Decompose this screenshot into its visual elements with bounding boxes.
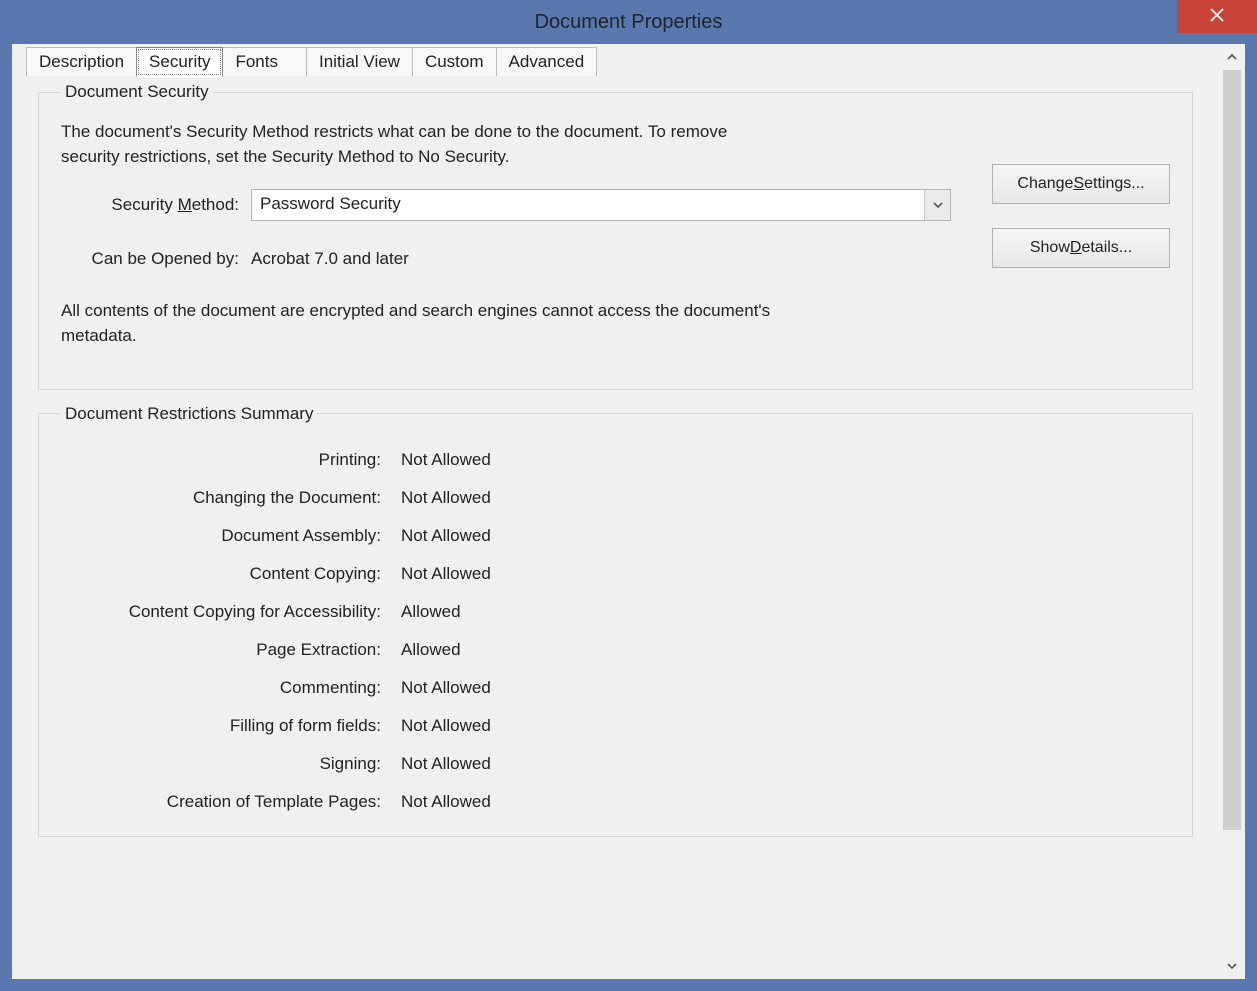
tab-description[interactable]: Description [26, 47, 137, 77]
restriction-label: Changing the Document: [61, 488, 381, 508]
tab-advanced[interactable]: Advanced [496, 47, 598, 77]
restriction-value: Not Allowed [401, 564, 1170, 584]
security-intro-text: The document's Security Method restricts… [61, 120, 781, 169]
restriction-value: Not Allowed [401, 754, 1170, 774]
tab-strip: Description Security Fonts Initial View … [12, 44, 1219, 76]
restrictions-group: Document Restrictions Summary Printing: … [38, 404, 1193, 837]
tab-panel-security: Document Security The document's Securit… [26, 76, 1205, 979]
security-method-value: Password Security [252, 190, 924, 220]
restriction-label: Commenting: [61, 678, 381, 698]
restrictions-legend: Document Restrictions Summary [61, 404, 317, 424]
change-settings-button[interactable]: Change Settings... [992, 164, 1170, 204]
restriction-label: Filling of form fields: [61, 716, 381, 736]
restriction-label: Printing: [61, 450, 381, 470]
chevron-up-icon [1227, 49, 1237, 66]
restriction-value: Allowed [401, 640, 1170, 660]
restriction-label: Document Assembly: [61, 526, 381, 546]
restriction-label: Content Copying for Accessibility: [61, 602, 381, 622]
tab-initial-view[interactable]: Initial View [306, 47, 413, 77]
restriction-value: Not Allowed [401, 526, 1170, 546]
show-details-button[interactable]: Show Details... [992, 228, 1170, 268]
vertical-scrollbar[interactable] [1219, 44, 1245, 979]
security-method-label: Security Method: [61, 195, 251, 215]
restriction-label: Page Extraction: [61, 640, 381, 660]
window-title: Document Properties [0, 11, 1257, 34]
window: Document Properties Description Security… [0, 0, 1257, 991]
tab-security[interactable]: Security [136, 47, 223, 77]
titlebar: Document Properties [0, 0, 1257, 44]
restriction-label: Signing: [61, 754, 381, 774]
security-method-combo[interactable]: Password Security [251, 189, 951, 221]
tab-fonts[interactable]: Fonts [222, 47, 307, 77]
restriction-value: Allowed [401, 602, 1170, 622]
restriction-value: Not Allowed [401, 716, 1170, 736]
encryption-note: All contents of the document are encrypt… [61, 299, 801, 348]
opened-by-value: Acrobat 7.0 and later [251, 249, 409, 269]
document-security-legend: Document Security [61, 82, 213, 102]
restriction-label: Creation of Template Pages: [61, 792, 381, 812]
scroll-thumb[interactable] [1223, 70, 1241, 830]
restriction-value: Not Allowed [401, 792, 1170, 812]
side-buttons: Change Settings... Show Details... [972, 164, 1170, 268]
restriction-value: Not Allowed [401, 488, 1170, 508]
document-security-group: Document Security The document's Securit… [38, 82, 1193, 390]
restriction-value: Not Allowed [401, 450, 1170, 470]
close-button[interactable] [1177, 0, 1257, 33]
close-icon [1210, 5, 1224, 28]
restrictions-grid: Printing: Not Allowed Changing the Docum… [61, 450, 1170, 812]
tab-custom[interactable]: Custom [412, 47, 497, 77]
client-area: Description Security Fonts Initial View … [12, 44, 1245, 979]
chevron-down-icon [1227, 958, 1237, 975]
restriction-label: Content Copying: [61, 564, 381, 584]
scroll-down-button[interactable] [1219, 953, 1245, 979]
scroll-up-button[interactable] [1219, 44, 1245, 70]
chevron-down-icon [933, 197, 943, 214]
opened-by-label: Can be Opened by: [61, 249, 251, 269]
content-area: Description Security Fonts Initial View … [12, 44, 1219, 979]
restriction-value: Not Allowed [401, 678, 1170, 698]
security-method-dropdown-button[interactable] [924, 190, 950, 220]
